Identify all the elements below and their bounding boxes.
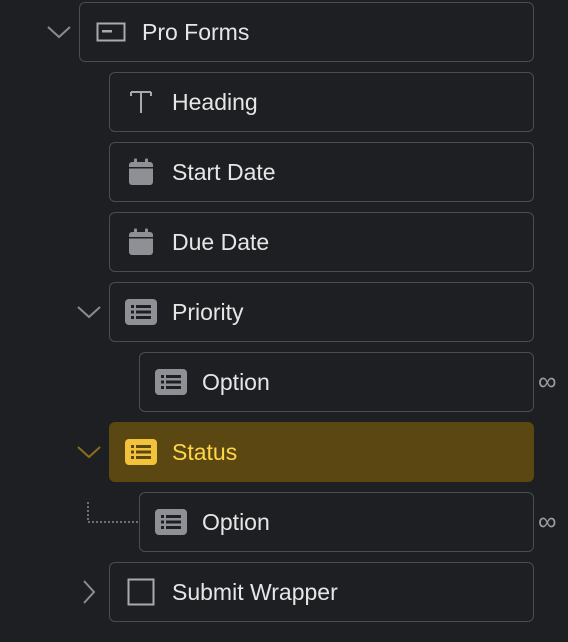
tree-item-status-option[interactable]: Option (139, 492, 534, 552)
tree-item-label: Submit Wrapper (172, 578, 338, 605)
tree-item-due-date[interactable]: Due Date (109, 212, 534, 272)
calendar-icon (124, 155, 158, 189)
text-icon (124, 85, 158, 119)
tree-item-label: Due Date (172, 228, 270, 255)
tree-item-priority-option[interactable]: Option (139, 352, 534, 412)
list-icon (124, 295, 158, 329)
tree-item-priority[interactable]: Priority (109, 282, 534, 342)
chevron-down-icon[interactable] (44, 17, 74, 47)
chevron-right-icon[interactable] (74, 577, 104, 607)
list-icon (154, 365, 188, 399)
tree-item-pro-forms[interactable]: Pro Forms (79, 2, 534, 62)
list-icon (124, 435, 158, 469)
list-icon (154, 505, 188, 539)
tree-connector (87, 502, 138, 523)
tree-item-start-date[interactable]: Start Date (109, 142, 534, 202)
infinity-icon: ∞ (538, 506, 557, 536)
tree-item-label: Status (172, 438, 238, 465)
tree-item-label: Start Date (172, 158, 276, 185)
tree-item-heading[interactable]: Heading (109, 72, 534, 132)
tree-item-label: Option (202, 508, 270, 535)
form-icon (94, 15, 128, 49)
tree-item-label: Priority (172, 298, 244, 325)
chevron-down-icon[interactable] (74, 437, 104, 467)
chevron-down-icon[interactable] (74, 297, 104, 327)
square-icon (124, 575, 158, 609)
tree-item-submit-wrapper[interactable]: Submit Wrapper (109, 562, 534, 622)
tree-item-label: Heading (172, 88, 258, 115)
infinity-icon: ∞ (538, 366, 557, 396)
tree-item-status[interactable]: Status (109, 422, 534, 482)
tree-item-label: Option (202, 368, 270, 395)
tree-item-label: Pro Forms (142, 18, 250, 45)
calendar-icon (124, 225, 158, 259)
